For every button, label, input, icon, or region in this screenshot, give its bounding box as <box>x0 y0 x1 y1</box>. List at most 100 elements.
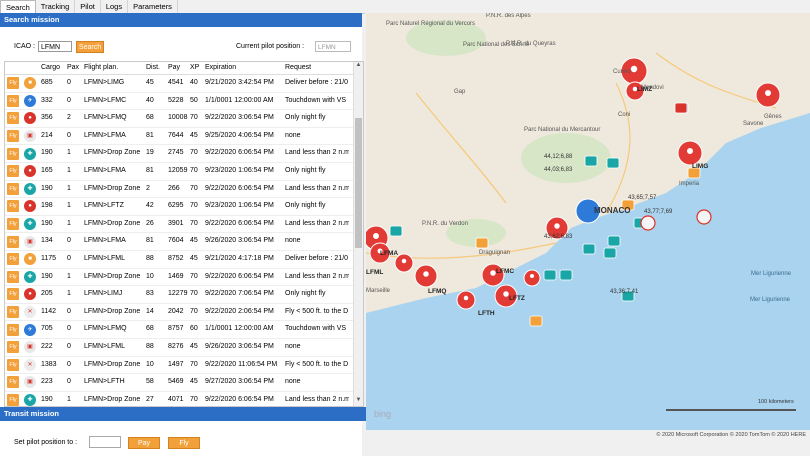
fly-row-button[interactable]: Fly <box>7 218 19 231</box>
scroll-down-icon[interactable]: ▼ <box>354 397 363 406</box>
scroll-up-icon[interactable]: ▲ <box>354 62 363 71</box>
col-expiration[interactable]: Expiration <box>203 62 283 74</box>
cell-exp: 1/1/0001 12:00:00 AM <box>205 325 274 333</box>
map-place-label: Gênes <box>764 114 782 120</box>
grid-scrollbar[interactable]: ▲ ▼ <box>353 62 363 406</box>
fly-row-button[interactable]: Fly <box>7 165 19 178</box>
col-pay[interactable]: Pay <box>166 62 188 74</box>
table-row[interactable]: Fly ● 205 1 LFMN>LIMJ 83 12279 70 9/22/2020 7:06… <box>5 286 363 304</box>
col-dist[interactable]: Dist. <box>144 62 166 74</box>
map-view[interactable]: Gap Cuneo Mondovi Coni Savone Gênes Imperia Dra… <box>366 13 810 430</box>
tab-parameters[interactable]: Parameters <box>128 0 178 13</box>
table-row[interactable]: Fly ✚ 190 1 LFMN>Drop Zone 2 266 70 9/22/2020 6:… <box>5 181 363 199</box>
table-row[interactable]: Fly ✕ 1383 0 LFMN>Drop Zone 10 1497 70 9/22/2020… <box>5 357 363 375</box>
tab-logs[interactable]: Logs <box>101 0 129 13</box>
table-row[interactable]: Fly ✕ 1142 0 LFMN>Drop Zone 14 2042 70 9/22/2020… <box>5 304 363 322</box>
table-row[interactable]: Fly ● 198 1 LFMN>LFTZ 42 6295 70 9/23/2020 1:06:… <box>5 198 363 216</box>
fly-row-button[interactable]: Fly <box>7 112 19 125</box>
table-row[interactable]: Fly ✚ 190 1 LFMN>Drop Zone 26 3901 70 9/22/2020 … <box>5 216 363 234</box>
tab-search[interactable]: Search <box>0 0 36 14</box>
cell-dist: 19 <box>146 149 154 157</box>
fire-zone-marker[interactable] <box>640 215 656 231</box>
pilot-position-input[interactable]: LFMN <box>315 41 351 52</box>
map-mission-icon[interactable] <box>674 102 688 114</box>
map-canvas[interactable]: GapCuneoMondoviConiSavoneGênesImperiaDra… <box>366 13 810 430</box>
cell-xp: 70 <box>190 290 198 298</box>
search-button[interactable]: Search <box>76 41 104 53</box>
icao-input[interactable]: LFMN <box>38 41 72 52</box>
table-row[interactable]: Fly ● 356 2 LFMN>LFMQ 68 10008 70 9/22/2020 3:06… <box>5 110 363 128</box>
col-request[interactable]: Request <box>283 62 349 74</box>
col-flight-plan[interactable]: Flight plan. <box>82 62 144 74</box>
cell-cargo: 332 <box>41 96 53 104</box>
fly-row-button[interactable]: Fly <box>7 94 19 107</box>
map-mission-icon[interactable] <box>607 235 621 247</box>
fly-button[interactable]: Fly <box>168 437 200 449</box>
fly-row-button[interactable]: Fly <box>7 393 19 406</box>
map-mission-icon[interactable] <box>606 157 620 169</box>
fly-row-button[interactable]: Fly <box>7 270 19 283</box>
table-row[interactable]: Fly ✚ 190 1 LFMN>Drop Zone 10 1469 70 9/22/2020 … <box>5 269 363 287</box>
table-row[interactable]: Fly ✈ 332 0 LFMN>LFMC 40 5228 50 1/1/0001 12:00:… <box>5 93 363 111</box>
cell-exp: 9/22/2020 6:06:54 PM <box>205 219 274 227</box>
map-mission-icon[interactable] <box>475 237 489 249</box>
cell-req: Only night fly <box>285 290 326 298</box>
pay-button[interactable]: Pay <box>128 437 160 449</box>
cell-pax: 0 <box>67 307 71 315</box>
fly-row-button[interactable]: Fly <box>7 130 19 143</box>
map-mission-icon[interactable] <box>584 155 598 167</box>
fire-zone-marker[interactable] <box>696 209 712 225</box>
table-row[interactable]: Fly ■ 1175 0 LFMN>LFML 88 8752 45 9/21/2020 4:17… <box>5 251 363 269</box>
fly-row-button[interactable]: Fly <box>7 235 19 248</box>
fly-row-button[interactable]: Fly <box>7 147 19 160</box>
fly-row-button[interactable]: Fly <box>7 77 19 90</box>
table-row[interactable]: Fly ▣ 214 0 LFMN>LFMA 81 7644 45 9/25/2020 4:06:… <box>5 128 363 146</box>
map-mission-icon[interactable] <box>389 225 403 237</box>
fly-row-button[interactable]: Fly <box>7 358 19 371</box>
cell-pax: 0 <box>67 325 71 333</box>
table-row[interactable]: Fly ▣ 134 0 LFMN>LFMA 81 7604 45 9/26/2020 3:06:… <box>5 233 363 251</box>
map-mission-icon[interactable] <box>529 315 543 327</box>
table-row[interactable]: Fly ▣ 222 0 LFMN>LFML 88 8276 45 9/26/2020 3:06:… <box>5 339 363 357</box>
cell-req: Land less than 2 n.m <box>285 149 349 157</box>
tab-tracking[interactable]: Tracking <box>36 0 76 13</box>
cell-req: Deliver before : 21/0 <box>285 79 349 86</box>
cell-dist: 68 <box>146 114 154 122</box>
fly-row-button[interactable]: Fly <box>7 376 19 389</box>
cell-cargo: 205 <box>41 290 53 298</box>
map-place-label: P.N.R. du Queyras <box>506 41 556 47</box>
fly-row-button[interactable]: Fly <box>7 306 19 319</box>
table-row[interactable]: Fly ✚ 190 1 LFMN>Drop Zone 19 2745 70 9/22/2020 … <box>5 145 363 163</box>
fly-row-button[interactable]: Fly <box>7 288 19 301</box>
cell-pay: 6295 <box>168 202 184 210</box>
scroll-thumb[interactable] <box>355 118 362 248</box>
table-row[interactable]: Fly ▣ 223 0 LFMN>LFTH 58 5469 45 9/27/2020 3:06:… <box>5 374 363 392</box>
fly-row-button[interactable]: Fly <box>7 182 19 195</box>
map-mission-icon[interactable] <box>582 243 596 255</box>
map-mission-icon[interactable] <box>543 269 557 281</box>
cell-exp: 9/22/2020 6:06:54 PM <box>205 184 274 192</box>
col-pax[interactable]: Pax <box>65 62 82 74</box>
cell-exp: 1/1/0001 12:00:00 AM <box>205 96 274 104</box>
fly-row-button[interactable]: Fly <box>7 341 19 354</box>
fly-row-button[interactable]: Fly <box>7 323 19 336</box>
cell-dist: 10 <box>146 272 154 280</box>
cell-pay: 12279 <box>168 290 188 298</box>
table-row[interactable]: Fly ✚ 190 1 LFMN>Drop Zone 27 4071 70 9/22/2020 … <box>5 392 363 406</box>
table-row[interactable]: Fly ■ 685 0 LFMN>LIMG 45 4541 40 9/21/2020 3:42:… <box>5 75 363 93</box>
set-position-input[interactable] <box>89 436 121 448</box>
table-row[interactable]: Fly ✈ 705 0 LFMN>LFMQ 68 8757 60 1/1/0001 12:00:… <box>5 321 363 339</box>
set-position-label: Set pilot position to : <box>14 439 78 446</box>
tab-bar: Search Tracking Pilot Logs Parameters <box>0 0 365 14</box>
tab-pilot[interactable]: Pilot <box>75 0 101 13</box>
cell-cargo: 214 <box>41 131 53 139</box>
map-mission-icon[interactable] <box>603 247 617 259</box>
map-mission-icon[interactable] <box>559 269 573 281</box>
table-row[interactable]: Fly ● 165 1 LFMN>LFMA 81 12059 70 9/23/2020 1:06… <box>5 163 363 181</box>
fly-row-button[interactable]: Fly <box>7 253 19 266</box>
cell-dist: 14 <box>146 307 154 315</box>
col-xp[interactable]: XP <box>188 62 203 74</box>
fly-row-button[interactable]: Fly <box>7 200 19 213</box>
col-cargo[interactable]: Cargo <box>39 62 65 74</box>
cell-cargo: 165 <box>41 166 53 174</box>
